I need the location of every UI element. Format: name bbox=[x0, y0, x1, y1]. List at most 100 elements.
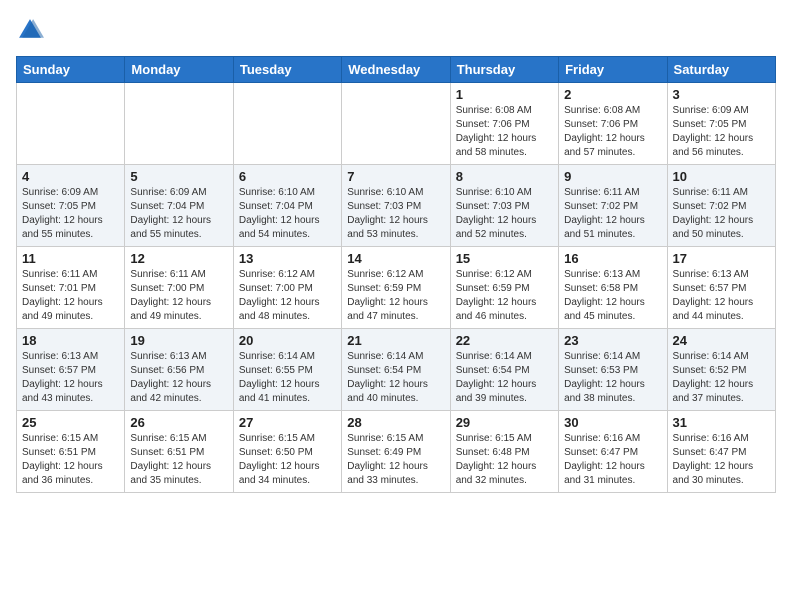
day-cell-3: 3 Sunrise: 6:09 AM Sunset: 7:05 PM Daylig… bbox=[667, 83, 775, 165]
day-cell-16: 16 Sunrise: 6:13 AM Sunset: 6:58 PM Dayli… bbox=[559, 247, 667, 329]
day-info: Sunrise: 6:10 AM Sunset: 7:04 PM Dayligh… bbox=[239, 186, 336, 242]
day-info: Sunrise: 6:15 AM Sunset: 6:51 PM Dayligh… bbox=[130, 432, 227, 488]
day-number: 27 bbox=[239, 415, 336, 430]
day-info: Sunrise: 6:14 AM Sunset: 6:53 PM Dayligh… bbox=[564, 350, 661, 406]
day-number: 2 bbox=[564, 87, 661, 102]
day-cell-30: 30Sunrise: 6:16 AM Sunset: 6:47 PM Dayli… bbox=[559, 411, 667, 493]
day-info: Sunrise: 6:12 AM Sunset: 6:59 PM Dayligh… bbox=[456, 268, 553, 324]
day-number: 8 bbox=[456, 169, 553, 184]
day-cell-2: 2 Sunrise: 6:08 AM Sunset: 7:06 PM Daylig… bbox=[559, 83, 667, 165]
day-cell-5: 5 Sunrise: 6:09 AM Sunset: 7:04 PM Daylig… bbox=[125, 165, 233, 247]
day-info: Sunrise: 6:08 AM Sunset: 7:06 PM Dayligh… bbox=[456, 104, 553, 160]
empty-cell bbox=[17, 83, 125, 165]
day-cell-27: 27 Sunrise: 6:15 AM Sunset: 6:50 PM Dayli… bbox=[233, 411, 341, 493]
day-info: Sunrise: 6:14 AM Sunset: 6:55 PM Dayligh… bbox=[239, 350, 336, 406]
calendar-table: SundayMondayTuesdayWednesdayThursdayFrid… bbox=[16, 56, 776, 493]
day-info: Sunrise: 6:13 AM Sunset: 6:58 PM Dayligh… bbox=[564, 268, 661, 324]
day-cell-10: 10Sunrise: 6:11 AM Sunset: 7:02 PM Dayli… bbox=[667, 165, 775, 247]
day-number: 16 bbox=[564, 251, 661, 266]
day-cell-20: 20Sunrise: 6:14 AM Sunset: 6:55 PM Dayli… bbox=[233, 329, 341, 411]
weekday-header-wednesday: Wednesday bbox=[342, 57, 450, 83]
day-cell-8: 8 Sunrise: 6:10 AM Sunset: 7:03 PM Daylig… bbox=[450, 165, 558, 247]
empty-cell bbox=[233, 83, 341, 165]
day-info: Sunrise: 6:10 AM Sunset: 7:03 PM Dayligh… bbox=[347, 186, 444, 242]
weekday-header-thursday: Thursday bbox=[450, 57, 558, 83]
day-number: 4 bbox=[22, 169, 119, 184]
day-number: 26 bbox=[130, 415, 227, 430]
day-info: Sunrise: 6:10 AM Sunset: 7:03 PM Dayligh… bbox=[456, 186, 553, 242]
page-header bbox=[16, 16, 776, 44]
week-row-3: 11 Sunrise: 6:11 AM Sunset: 7:01 PM Dayli… bbox=[17, 247, 776, 329]
weekday-header-monday: Monday bbox=[125, 57, 233, 83]
day-number: 3 bbox=[673, 87, 770, 102]
day-cell-23: 23 Sunrise: 6:14 AM Sunset: 6:53 PM Dayli… bbox=[559, 329, 667, 411]
day-info: Sunrise: 6:13 AM Sunset: 6:56 PM Dayligh… bbox=[130, 350, 227, 406]
day-number: 23 bbox=[564, 333, 661, 348]
week-row-5: 25 Sunrise: 6:15 AM Sunset: 6:51 PM Dayli… bbox=[17, 411, 776, 493]
logo-icon bbox=[16, 16, 44, 44]
day-info: Sunrise: 6:11 AM Sunset: 7:02 PM Dayligh… bbox=[564, 186, 661, 242]
day-cell-15: 15 Sunrise: 6:12 AM Sunset: 6:59 PM Dayli… bbox=[450, 247, 558, 329]
day-number: 10 bbox=[673, 169, 770, 184]
day-info: Sunrise: 6:11 AM Sunset: 7:00 PM Dayligh… bbox=[130, 268, 227, 324]
day-number: 5 bbox=[130, 169, 227, 184]
day-number: 12 bbox=[130, 251, 227, 266]
day-number: 13 bbox=[239, 251, 336, 266]
day-number: 18 bbox=[22, 333, 119, 348]
day-number: 19 bbox=[130, 333, 227, 348]
day-number: 25 bbox=[22, 415, 119, 430]
day-number: 30 bbox=[564, 415, 661, 430]
day-info: Sunrise: 6:15 AM Sunset: 6:50 PM Dayligh… bbox=[239, 432, 336, 488]
day-cell-29: 29Sunrise: 6:15 AM Sunset: 6:48 PM Dayli… bbox=[450, 411, 558, 493]
day-cell-31: 31 Sunrise: 6:16 AM Sunset: 6:47 PM Dayli… bbox=[667, 411, 775, 493]
day-cell-14: 14 Sunrise: 6:12 AM Sunset: 6:59 PM Dayli… bbox=[342, 247, 450, 329]
day-number: 28 bbox=[347, 415, 444, 430]
weekday-header-saturday: Saturday bbox=[667, 57, 775, 83]
day-info: Sunrise: 6:13 AM Sunset: 6:57 PM Dayligh… bbox=[673, 268, 770, 324]
day-cell-1: 1 Sunrise: 6:08 AM Sunset: 7:06 PM Daylig… bbox=[450, 83, 558, 165]
day-number: 21 bbox=[347, 333, 444, 348]
day-cell-17: 17 Sunrise: 6:13 AM Sunset: 6:57 PM Dayli… bbox=[667, 247, 775, 329]
day-cell-25: 25 Sunrise: 6:15 AM Sunset: 6:51 PM Dayli… bbox=[17, 411, 125, 493]
weekday-header-tuesday: Tuesday bbox=[233, 57, 341, 83]
day-cell-11: 11 Sunrise: 6:11 AM Sunset: 7:01 PM Dayli… bbox=[17, 247, 125, 329]
day-number: 31 bbox=[673, 415, 770, 430]
day-info: Sunrise: 6:09 AM Sunset: 7:05 PM Dayligh… bbox=[22, 186, 119, 242]
day-cell-26: 26 Sunrise: 6:15 AM Sunset: 6:51 PM Dayli… bbox=[125, 411, 233, 493]
day-info: Sunrise: 6:13 AM Sunset: 6:57 PM Dayligh… bbox=[22, 350, 119, 406]
day-number: 9 bbox=[564, 169, 661, 184]
day-cell-19: 19 Sunrise: 6:13 AM Sunset: 6:56 PM Dayli… bbox=[125, 329, 233, 411]
day-number: 24 bbox=[673, 333, 770, 348]
day-info: Sunrise: 6:14 AM Sunset: 6:52 PM Dayligh… bbox=[673, 350, 770, 406]
week-row-2: 4 Sunrise: 6:09 AM Sunset: 7:05 PM Daylig… bbox=[17, 165, 776, 247]
day-info: Sunrise: 6:12 AM Sunset: 6:59 PM Dayligh… bbox=[347, 268, 444, 324]
day-cell-22: 22Sunrise: 6:14 AM Sunset: 6:54 PM Dayli… bbox=[450, 329, 558, 411]
day-number: 14 bbox=[347, 251, 444, 266]
day-number: 1 bbox=[456, 87, 553, 102]
weekday-header-row: SundayMondayTuesdayWednesdayThursdayFrid… bbox=[17, 57, 776, 83]
day-cell-24: 24 Sunrise: 6:14 AM Sunset: 6:52 PM Dayli… bbox=[667, 329, 775, 411]
day-info: Sunrise: 6:09 AM Sunset: 7:05 PM Dayligh… bbox=[673, 104, 770, 160]
day-cell-12: 12 Sunrise: 6:11 AM Sunset: 7:00 PM Dayli… bbox=[125, 247, 233, 329]
day-info: Sunrise: 6:15 AM Sunset: 6:49 PM Dayligh… bbox=[347, 432, 444, 488]
day-cell-7: 7Sunrise: 6:10 AM Sunset: 7:03 PM Daylig… bbox=[342, 165, 450, 247]
day-number: 15 bbox=[456, 251, 553, 266]
day-cell-28: 28 Sunrise: 6:15 AM Sunset: 6:49 PM Dayli… bbox=[342, 411, 450, 493]
weekday-header-sunday: Sunday bbox=[17, 57, 125, 83]
day-info: Sunrise: 6:16 AM Sunset: 6:47 PM Dayligh… bbox=[673, 432, 770, 488]
day-info: Sunrise: 6:09 AM Sunset: 7:04 PM Dayligh… bbox=[130, 186, 227, 242]
day-cell-13: 13Sunrise: 6:12 AM Sunset: 7:00 PM Dayli… bbox=[233, 247, 341, 329]
day-cell-21: 21Sunrise: 6:14 AM Sunset: 6:54 PM Dayli… bbox=[342, 329, 450, 411]
weekday-header-friday: Friday bbox=[559, 57, 667, 83]
day-number: 29 bbox=[456, 415, 553, 430]
week-row-1: 1 Sunrise: 6:08 AM Sunset: 7:06 PM Daylig… bbox=[17, 83, 776, 165]
day-number: 17 bbox=[673, 251, 770, 266]
day-cell-4: 4 Sunrise: 6:09 AM Sunset: 7:05 PM Daylig… bbox=[17, 165, 125, 247]
day-info: Sunrise: 6:14 AM Sunset: 6:54 PM Dayligh… bbox=[456, 350, 553, 406]
day-number: 11 bbox=[22, 251, 119, 266]
day-info: Sunrise: 6:11 AM Sunset: 7:01 PM Dayligh… bbox=[22, 268, 119, 324]
day-info: Sunrise: 6:15 AM Sunset: 6:51 PM Dayligh… bbox=[22, 432, 119, 488]
day-info: Sunrise: 6:08 AM Sunset: 7:06 PM Dayligh… bbox=[564, 104, 661, 160]
day-cell-18: 18 Sunrise: 6:13 AM Sunset: 6:57 PM Dayli… bbox=[17, 329, 125, 411]
day-number: 6 bbox=[239, 169, 336, 184]
